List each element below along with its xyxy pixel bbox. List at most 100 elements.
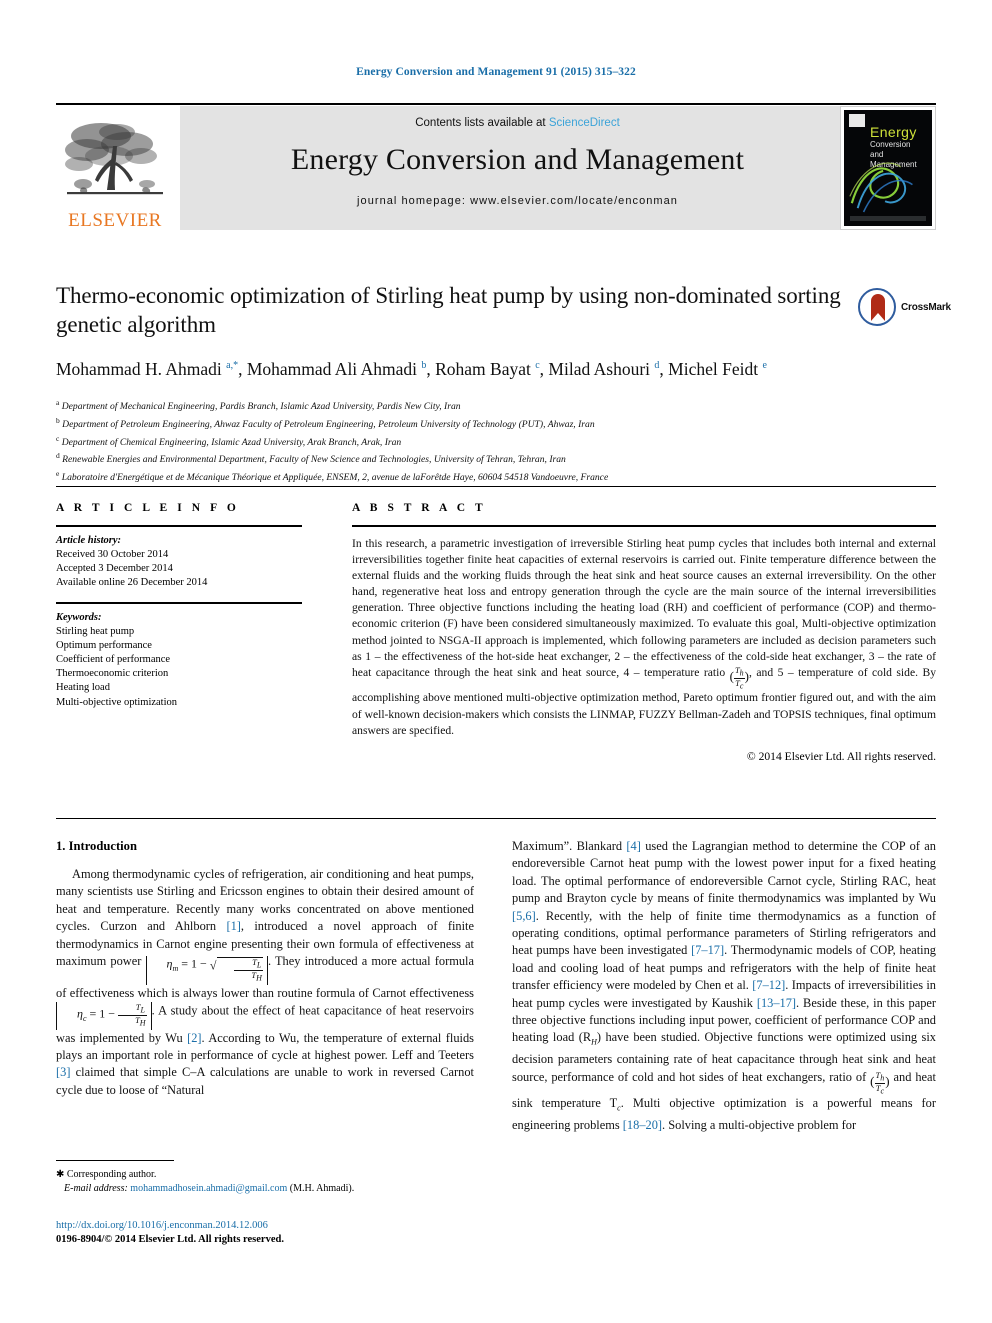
corresponding-author-text: Corresponding author. xyxy=(66,1169,157,1180)
affiliation-item: e Laboratoire d'Energétique et de Mécani… xyxy=(56,467,936,485)
cover-artwork: Energy Conversion and Management xyxy=(844,110,932,226)
intro-temperature-ratio-formula: (Th Tc) xyxy=(870,1070,890,1096)
intro-ratio-num-sub: h xyxy=(880,1073,885,1083)
title-block: Thermo-economic optimization of Stirling… xyxy=(56,281,846,380)
abstract-copyright: © 2014 Elsevier Ltd. All rights reserved… xyxy=(746,749,936,763)
intro-text-f: claimed that simple C–A calculations are… xyxy=(56,1065,474,1097)
affiliation-item: d Renewable Energies and Environmental D… xyxy=(56,449,936,467)
sciencedirect-link[interactable]: ScienceDirect xyxy=(549,117,620,129)
journal-title: Energy Conversion and Management xyxy=(290,143,745,176)
eq1-num-sub: L xyxy=(256,961,262,971)
article-history-item: Accepted 3 December 2014 xyxy=(56,563,173,575)
abstract-body: In this research, a parametric investiga… xyxy=(352,536,936,739)
intro-paragraph-left: Among thermodynamic cycles of refrigerat… xyxy=(56,866,474,1099)
doi-link[interactable]: http://dx.doi.org/10.1016/j.enconman.201… xyxy=(56,1219,556,1233)
citation-link-4[interactable]: [4] xyxy=(626,839,640,853)
citation-link-13-17[interactable]: [13–17] xyxy=(757,996,796,1010)
email-suffix: (M.H. Ahmadi). xyxy=(289,1183,355,1194)
affiliation-list: a Department of Mechanical Engineering, … xyxy=(56,396,936,485)
eq2-operator: = 1 − xyxy=(89,1006,116,1021)
section-heading-introduction: 1. Introduction xyxy=(56,839,137,853)
crossmark-badge[interactable]: CrossMark xyxy=(858,288,951,330)
email-note: E-mail address: mohammadhosein.ahmadi@gm… xyxy=(56,1182,474,1196)
email-label: E-mail address: xyxy=(64,1183,128,1194)
affiliation-text: Department of Mechanical Engineering, Pa… xyxy=(61,401,461,413)
paper-page: Energy Conversion and Management 91 (201… xyxy=(0,0,992,1323)
abstract-section: A B S T R A C T In this research, a para… xyxy=(352,502,936,763)
author-list: Mohammad H. Ahmadi a,*, Mohammad Ali Ahm… xyxy=(56,358,767,379)
citation-link-7-17[interactable]: [7–17] xyxy=(691,943,724,957)
citation-link-1[interactable]: [1] xyxy=(226,919,240,933)
affiliation-item: c Department of Chemical Engineering, Is… xyxy=(56,432,936,450)
keyword-item: Multi-objective optimization xyxy=(56,696,178,708)
efficiency-max-power-formula: ηm = 1 − √ TL TH xyxy=(145,956,268,985)
keyword-item: Heating load xyxy=(56,682,110,694)
contents-prefix: Contents lists available at xyxy=(415,117,549,129)
eq1-den-sub: H xyxy=(256,973,262,983)
cover-swirl-graphic xyxy=(849,162,913,213)
footnote-block: ✱ Corresponding author. E-mail address: … xyxy=(56,1160,474,1196)
article-info-heading: A R T I C L E I N F O xyxy=(56,502,240,514)
keywords-block: Keywords: Stirling heat pump Optimum per… xyxy=(56,611,316,710)
corresponding-author-note: ✱ Corresponding author. xyxy=(56,1169,157,1180)
keyword-item: Optimum performance xyxy=(56,639,152,651)
affiliation-item: b Department of Petroleum Engineering, A… xyxy=(56,414,936,432)
article-info-rule xyxy=(56,525,302,527)
ratio-numerator-sub: h xyxy=(739,668,744,678)
crossmark-label: CrossMark xyxy=(901,302,951,313)
citation-link-7-12[interactable]: [7–12] xyxy=(752,978,785,992)
affiliation-text: Renewable Energies and Environmental Dep… xyxy=(62,454,566,466)
affiliation-text: Laboratoire d'Energétique et de Mécaniqu… xyxy=(61,472,609,484)
email-link[interactable]: mohammadhosein.ahmadi@gmail.com xyxy=(130,1183,287,1194)
page-footer: http://dx.doi.org/10.1016/j.enconman.201… xyxy=(56,1219,556,1247)
affiliation-item: a Department of Mechanical Engineering, … xyxy=(56,396,936,414)
citation-link-2[interactable]: [2] xyxy=(187,1031,201,1045)
affiliation-marker: d xyxy=(56,451,60,461)
affiliation-marker: a xyxy=(56,398,60,407)
keyword-item: Coefficient of performance xyxy=(56,654,171,666)
page-title: Thermo-economic optimization of Stirling… xyxy=(56,283,841,337)
abstract-temperature-ratio-formula: (Th Tc) xyxy=(729,665,750,691)
affiliation-marker: b xyxy=(56,415,60,425)
citation-link-18-20[interactable]: [18–20] xyxy=(623,1118,662,1132)
citation-link-5-6[interactable]: [5,6] xyxy=(512,909,536,923)
crossmark-icon xyxy=(858,288,896,326)
journal-homepage[interactable]: journal homepage: www.elsevier.com/locat… xyxy=(357,195,678,207)
header-top-rule xyxy=(56,103,936,105)
body-column-left: 1. Introduction Among thermodynamic cycl… xyxy=(56,838,474,1099)
affiliation-text: Department of Petroleum Engineering, Ahw… xyxy=(62,418,595,430)
eq1-operator: = 1 − xyxy=(181,957,207,972)
intro-r-text-a: Maximum”. Blankard xyxy=(512,839,627,853)
article-history-label: Article history: xyxy=(56,535,122,546)
info-section-top-rule xyxy=(56,486,936,487)
affiliation-text: Department of Chemical Engineering, Isla… xyxy=(61,436,402,448)
affiliation-marker: c xyxy=(56,433,60,443)
abstract-heading: A B S T R A C T xyxy=(352,502,487,514)
abstract-part-1: In this research, a parametric investiga… xyxy=(352,537,936,679)
body-top-rule xyxy=(56,818,936,819)
body-column-right: Maximum”. Blankard [4] used the Lagrangi… xyxy=(512,838,936,1135)
footnote-rule xyxy=(56,1160,174,1161)
abstract-rule xyxy=(352,525,936,527)
eq1-lhs-sub: m xyxy=(172,964,179,974)
keywords-rule xyxy=(56,601,302,604)
article-info-section: A R T I C L E I N F O Article history: R… xyxy=(56,502,316,710)
journal-header: ELSEVIER Contents lists available at Sci… xyxy=(56,106,936,230)
issn-copyright-line: 0196-8904/© 2014 Elsevier Ltd. All right… xyxy=(56,1234,284,1245)
eq2-lhs-sub: c xyxy=(82,1014,87,1024)
journal-masthead: Contents lists available at ScienceDirec… xyxy=(180,106,855,230)
eq2-num-sub: L xyxy=(140,1005,145,1015)
intro-paragraph-right: Maximum”. Blankard [4] used the Lagrangi… xyxy=(512,838,936,1135)
citation-link-3[interactable]: [3] xyxy=(56,1065,70,1079)
article-history-item: Available online 26 December 2014 xyxy=(56,577,208,589)
keywords-label: Keywords: xyxy=(56,611,102,623)
eq2-den-sub: H xyxy=(139,1018,146,1028)
journal-cover-thumbnail: Energy Conversion and Management xyxy=(840,106,936,230)
elsevier-logo: ELSEVIER xyxy=(56,106,174,230)
intro-ratio-den-sub: c xyxy=(880,1086,885,1096)
crossmark-notch-shape xyxy=(871,313,885,321)
affiliation-marker: e xyxy=(56,469,60,479)
intro-r-text-j: . Solving a multi-objective problem for xyxy=(662,1118,857,1133)
elsevier-wordmark: ELSEVIER xyxy=(68,210,162,231)
ratio-denominator-sub: c xyxy=(739,681,744,691)
